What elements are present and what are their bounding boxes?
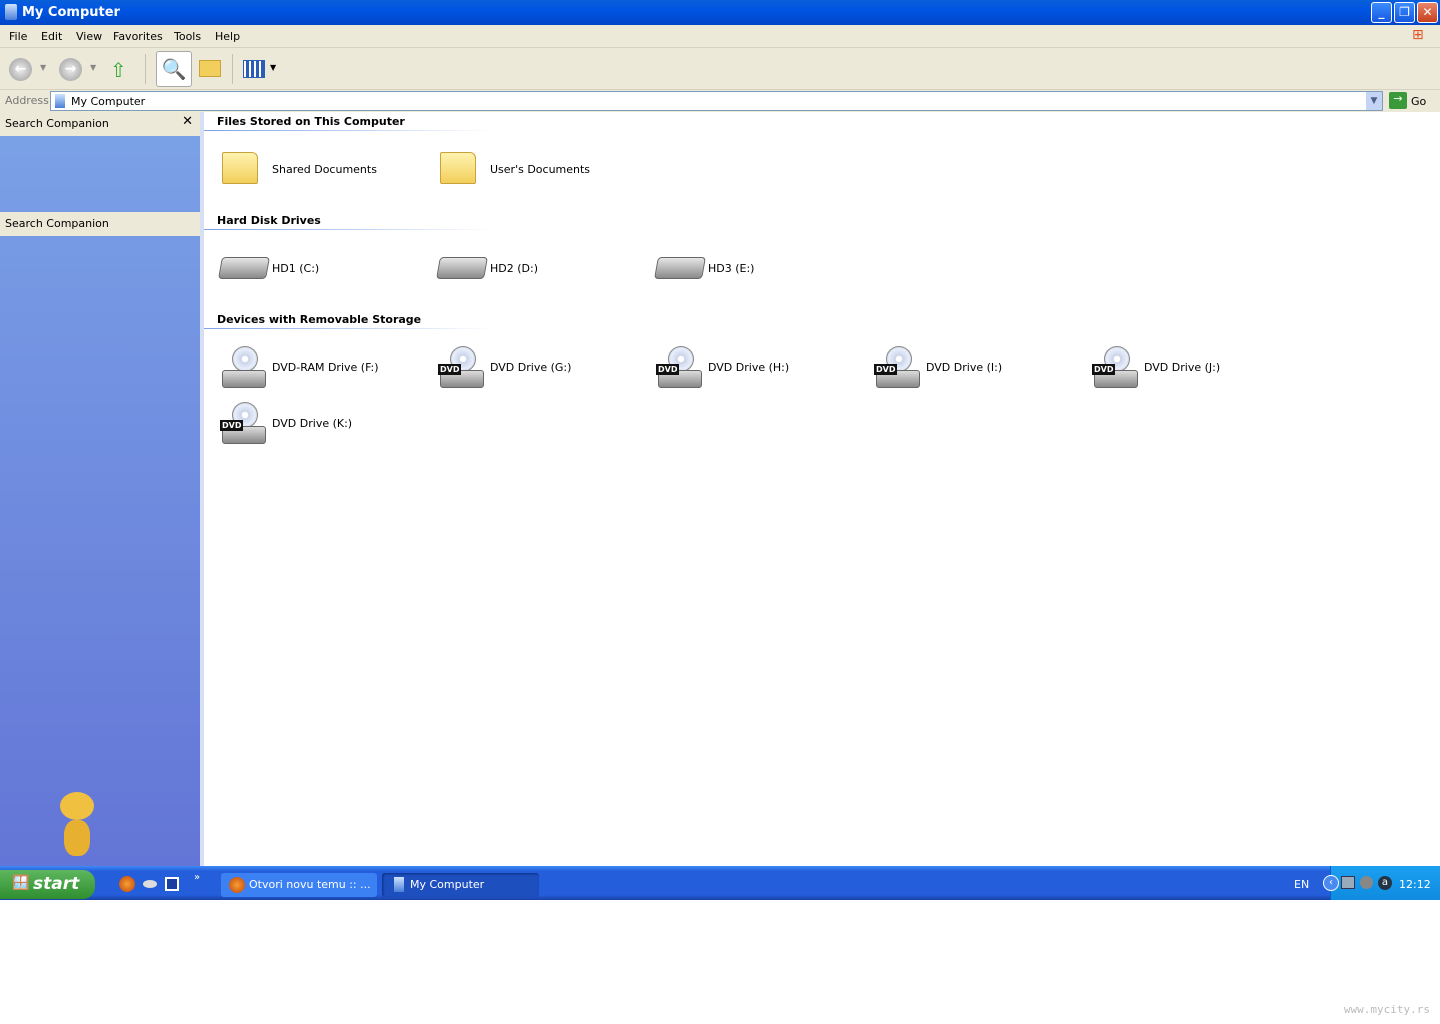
drive-item[interactable]: HD2 (D:) [436, 245, 638, 293]
menu-help[interactable]: Help [215, 30, 240, 43]
section-title: Hard Disk Drives [217, 214, 321, 227]
title-bar[interactable]: My Computer _ ❐ ✕ [0, 0, 1440, 25]
address-dropdown-button[interactable]: ▼ [1366, 92, 1382, 110]
dvd-drive-item[interactable]: DVD DVD Drive (I:) [874, 344, 1074, 392]
taskbar-task-firefox[interactable]: Otvori novu temu :: ... [221, 873, 377, 897]
close-button[interactable]: ✕ [1417, 2, 1438, 23]
item-label: DVD Drive (I:) [926, 361, 1003, 374]
pane-subtitle: Search Companion [5, 217, 109, 230]
address-label: Address [5, 94, 49, 107]
address-bar: Address My Computer ▼ → Go [0, 90, 1440, 112]
toolbar: ← ▼ → ▼ ⇧ 🔍 ▼ [0, 48, 1440, 90]
dvd-drive-item[interactable]: DVD DVD Drive (J:) [1092, 344, 1292, 392]
taskbar-task-my-computer[interactable]: My Computer [382, 873, 539, 897]
pane-header: Search Companion ✕ [0, 112, 200, 136]
menu-edit[interactable]: Edit [41, 30, 62, 43]
pane-title: Search Companion [5, 117, 109, 130]
back-button[interactable]: ← [9, 58, 32, 81]
section-title: Devices with Removable Storage [217, 313, 422, 326]
item-label: User's Documents [490, 163, 591, 176]
task-label: My Computer [410, 878, 485, 891]
close-pane-icon[interactable]: ✕ [182, 114, 193, 129]
cloud-quicklaunch-icon[interactable] [143, 880, 157, 888]
search-dog-character[interactable] [52, 792, 102, 858]
language-indicator[interactable]: EN [1294, 878, 1309, 891]
webcam-icon[interactable] [1360, 876, 1373, 889]
folder-icon [222, 152, 258, 184]
item-label: DVD Drive (J:) [1144, 361, 1221, 374]
taskbar: start 🪟 » Otvori novu temu :: ... My Com… [0, 866, 1440, 900]
my-computer-icon [55, 94, 65, 108]
item-label: HD1 (C:) [272, 262, 320, 275]
address-input[interactable]: My Computer ▼ [50, 91, 1383, 111]
item-label: HD3 (E:) [708, 262, 755, 275]
menu-favorites[interactable]: Favorites [113, 30, 163, 43]
go-button[interactable]: Go [1411, 95, 1426, 108]
dvd-drive-item[interactable]: DVD DVD Drive (K:) [220, 400, 420, 448]
restore-button[interactable]: ❐ [1394, 2, 1415, 23]
menu-bar: File Edit View Favorites Tools Help ⊞ [0, 25, 1440, 48]
item-label: HD2 (D:) [490, 262, 538, 275]
back-dropdown-icon[interactable]: ▼ [40, 63, 46, 72]
views-dropdown-icon[interactable]: ▼ [270, 63, 276, 72]
item-label: DVD Drive (H:) [708, 361, 790, 374]
watermark: www.mycity.rs [1343, 1003, 1430, 1016]
dvd-drive-icon: DVD [438, 344, 486, 392]
forward-dropdown-icon[interactable]: ▼ [90, 63, 96, 72]
show-hidden-icons-button[interactable]: ‹ [1323, 875, 1339, 891]
dvd-drive-icon: DVD [656, 344, 704, 392]
folder-item[interactable]: User's Documents [438, 146, 638, 194]
dvd-drive-icon: DVD [1092, 344, 1140, 392]
my-computer-icon [5, 4, 17, 20]
dvd-drive-item[interactable]: DVD-RAM Drive (F:) [220, 344, 420, 392]
pane-subheader: Search Companion [0, 212, 200, 236]
dvd-drive-item[interactable]: DVD DVD Drive (G:) [438, 344, 638, 392]
item-label: DVD Drive (G:) [490, 361, 572, 374]
firefox-quicklaunch-icon[interactable] [119, 876, 135, 892]
folder-icon [440, 152, 476, 184]
minimize-button[interactable]: _ [1371, 2, 1392, 23]
start-label: start [33, 874, 80, 894]
item-label: DVD Drive (K:) [272, 417, 353, 430]
menu-tools[interactable]: Tools [174, 30, 201, 43]
task-label: Otvori novu temu :: ... [249, 878, 371, 891]
more-quicklaunch-icon[interactable]: » [194, 872, 200, 883]
drive-item[interactable]: HD1 (C:) [218, 245, 420, 293]
content-area: Files Stored on This Computer Shared Doc… [204, 112, 1440, 866]
dvd-drive-icon: DVD [874, 344, 922, 392]
my-computer-icon [394, 877, 404, 892]
section-title: Files Stored on This Computer [217, 115, 405, 128]
menu-file[interactable]: File [9, 30, 27, 43]
item-label: DVD-RAM Drive (F:) [272, 361, 379, 374]
windows-flag-icon: 🪟 [12, 875, 30, 891]
dvd-drive-item[interactable]: DVD DVD Drive (H:) [656, 344, 856, 392]
firefox-icon [229, 877, 245, 893]
search-companion-pane: Search Companion ✕ Search Companion [0, 112, 200, 866]
forward-button[interactable]: → [59, 58, 82, 81]
network-icon[interactable] [1341, 876, 1355, 889]
item-label: Shared Documents [272, 163, 377, 176]
window-title: My Computer [22, 5, 120, 20]
hard-drive-icon [654, 257, 706, 279]
address-value: My Computer [71, 95, 146, 108]
search-button[interactable]: 🔍 [156, 51, 192, 87]
menu-view[interactable]: View [76, 30, 102, 43]
views-button[interactable] [243, 60, 265, 78]
up-folder-button[interactable]: ⇧ [110, 58, 127, 82]
hard-drive-icon [218, 257, 270, 279]
drive-item[interactable]: HD3 (E:) [654, 245, 856, 293]
save-quicklaunch-icon[interactable] [165, 877, 179, 891]
dvd-ram-drive-icon [220, 344, 268, 392]
avast-icon[interactable]: a [1378, 876, 1392, 890]
go-arrow-icon[interactable]: → [1389, 92, 1407, 109]
clock[interactable]: 12:12 [1399, 878, 1431, 891]
windows-logo-icon: ⊞ [1412, 27, 1424, 43]
hard-drive-icon [436, 257, 488, 279]
dvd-drive-icon: DVD [220, 400, 268, 448]
folder-item[interactable]: Shared Documents [220, 146, 420, 194]
pane-splitter[interactable] [200, 112, 204, 866]
system-tray: ‹ a 12:12 [1323, 866, 1440, 900]
folders-button[interactable] [199, 60, 221, 77]
